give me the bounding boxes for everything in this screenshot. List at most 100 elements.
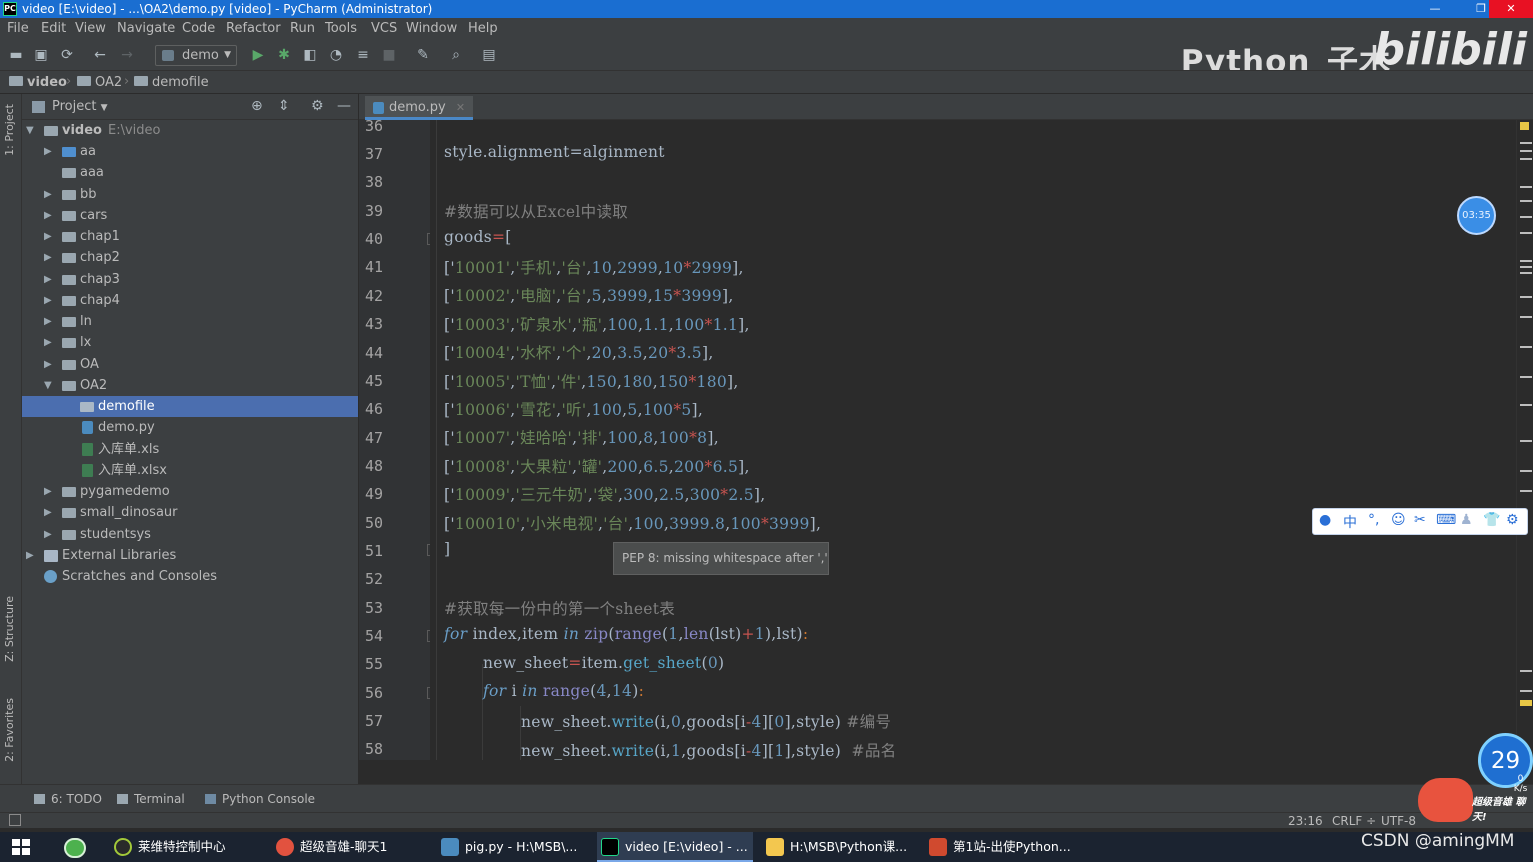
save-all-icon[interactable]: ▣ [32, 46, 50, 64]
taskbar-item-powerpoint[interactable]: 第1站-出使Python... [925, 832, 1085, 862]
stripe-mark[interactable] [1520, 142, 1532, 144]
search-icon[interactable]: ⌕ [447, 46, 465, 64]
tree-item-scratches[interactable]: Scratches and Consoles [22, 566, 358, 587]
structure-tool-tab[interactable]: Z: Structure [3, 596, 16, 662]
taskbar-item-chat[interactable]: 超级音雄-聊天1 [272, 832, 422, 862]
open-folder-icon[interactable]: ▬ [7, 46, 25, 64]
menu-help[interactable]: Help [468, 21, 498, 36]
stripe-mark[interactable] [1520, 490, 1532, 492]
back-icon[interactable]: ← [91, 46, 109, 64]
concurrency-icon[interactable]: ≡ [354, 46, 372, 64]
stripe-mark[interactable] [1520, 404, 1532, 406]
menu-window[interactable]: Window [406, 21, 457, 36]
stripe-mark[interactable] [1520, 440, 1532, 442]
forward-icon[interactable]: → [118, 46, 136, 64]
ime-keyboard-icon[interactable]: ⌨ [1436, 512, 1456, 528]
taskbar-item-pycharm[interactable]: video [E:\video] - ... [597, 832, 753, 862]
menu-vcs[interactable]: VCS [371, 21, 397, 36]
file-encoding[interactable]: UTF-8 [1381, 813, 1416, 829]
close-button[interactable]: ✕ [1489, 0, 1533, 18]
tree-item-pygamedemo[interactable]: ▶ pygamedemo [22, 481, 358, 502]
taskbar-item-control-center[interactable]: 莱维特控制中心 [110, 832, 260, 862]
warning-mark[interactable] [1520, 700, 1532, 706]
python-console-tool-button[interactable]: Python Console [205, 792, 315, 806]
tree-item-xlsx[interactable]: 入库单.xlsx [22, 460, 358, 481]
tree-item-cars[interactable]: ▶ cars [22, 205, 358, 226]
taskbar-item-pig-py[interactable]: pig.py - H:\MSB\... [437, 832, 585, 862]
menu-navigate[interactable]: Navigate [117, 21, 175, 36]
stop-icon[interactable]: ■ [380, 46, 398, 64]
warning-indicator-icon[interactable] [1520, 122, 1529, 130]
tree-item-external-libraries[interactable]: ▶ External Libraries [22, 545, 358, 566]
chat-app-mascot-icon[interactable] [1418, 778, 1473, 822]
layout-icon[interactable] [9, 814, 21, 826]
stripe-mark[interactable] [1520, 690, 1532, 692]
tree-item-chap3[interactable]: ▶ chap3 [22, 269, 358, 290]
gear-icon[interactable]: ⚙ [311, 98, 324, 114]
stripe-mark[interactable] [1520, 346, 1532, 348]
tree-item-studentsys[interactable]: ▶ studentsys [22, 524, 358, 545]
locate-target-icon[interactable]: ⊕ [251, 98, 263, 114]
code-editor[interactable]: style.alignment=alginment #数据可以从Excel中读取… [430, 120, 1516, 760]
tree-item-chap4[interactable]: ▶ chap4 [22, 290, 358, 311]
ime-user-icon[interactable]: ♟ [1460, 512, 1473, 528]
collapse-all-icon[interactable]: ⇕ [278, 98, 290, 114]
tree-item-bb[interactable]: ▶ bb [22, 184, 358, 205]
stripe-mark[interactable] [1520, 266, 1532, 268]
stripe-mark[interactable] [1520, 470, 1532, 472]
tree-item-ln[interactable]: ▶ ln [22, 311, 358, 332]
settings-wrench-icon[interactable]: ✎ [414, 46, 432, 64]
ime-emoji-icon[interactable]: ☺ [1391, 512, 1406, 528]
project-view-dropdown[interactable]: Project ▼ [52, 99, 108, 114]
taskbar-item-explorer[interactable]: H:\MSB\Python课... [762, 832, 912, 862]
browser-icon[interactable] [64, 838, 86, 858]
todo-tool-button[interactable]: 6: TODO [34, 792, 102, 806]
menu-run[interactable]: Run [290, 21, 315, 36]
menu-edit[interactable]: Edit [41, 21, 66, 36]
close-icon[interactable]: ✕ [456, 101, 465, 114]
line-separator[interactable]: CRLF ÷ [1332, 813, 1376, 829]
sync-icon[interactable]: ⟳ [58, 46, 76, 64]
hide-panel-icon[interactable]: — [337, 98, 351, 114]
profile-icon[interactable]: ◔ [327, 46, 345, 64]
favorites-tool-tab[interactable]: 2: Favorites [3, 698, 16, 762]
tree-root-video[interactable]: ▼ video E:\video [22, 120, 358, 141]
stripe-mark[interactable] [1520, 150, 1532, 152]
debug-icon[interactable]: ✱ [275, 46, 293, 64]
stripe-mark[interactable] [1520, 260, 1532, 262]
menu-refactor[interactable]: Refactor [226, 21, 281, 36]
tree-item-demo-py[interactable]: demo.py [22, 417, 358, 438]
breadcrumb-video[interactable]: video [9, 75, 67, 90]
run-icon[interactable]: ▶ [249, 46, 267, 64]
run-config-dropdown[interactable]: demo ▼ [155, 45, 237, 66]
error-stripe[interactable] [1516, 120, 1533, 784]
ime-logo-icon[interactable]: ● [1319, 512, 1331, 528]
project-tool-tab[interactable]: 1: Project [3, 104, 16, 156]
cursor-position[interactable]: 23:16 [1288, 813, 1323, 829]
stripe-mark[interactable] [1520, 376, 1532, 378]
tree-item-small-dinosaur[interactable]: ▶ small_dinosaur [22, 502, 358, 523]
stripe-mark[interactable] [1520, 158, 1532, 160]
minimize-button[interactable]: — [1413, 0, 1457, 18]
breadcrumb-demofile[interactable]: demofile [134, 75, 209, 90]
stripe-mark[interactable] [1520, 670, 1532, 672]
menu-file[interactable]: File [7, 21, 29, 36]
breadcrumb-oa2[interactable]: OA2 [77, 75, 122, 90]
stripe-mark[interactable] [1520, 296, 1532, 298]
ime-chinese-mode[interactable]: 中 [1343, 512, 1357, 532]
tree-item-aaa[interactable]: aaa [22, 162, 358, 183]
stripe-mark[interactable] [1520, 200, 1532, 202]
tree-item-xls[interactable]: 入库单.xls [22, 439, 358, 460]
network-speed-widget[interactable]: 29 0 K/s [1478, 733, 1533, 794]
tree-item-chap1[interactable]: ▶ chap1 [22, 226, 358, 247]
menu-code[interactable]: Code [182, 21, 215, 36]
stripe-mark[interactable] [1520, 272, 1532, 274]
tree-item-oa2[interactable]: ▼ OA2 [22, 375, 358, 396]
menu-tools[interactable]: Tools [325, 21, 357, 36]
stripe-mark[interactable] [1520, 216, 1532, 218]
coverage-icon[interactable]: ◧ [301, 46, 319, 64]
ime-punctuation-icon[interactable]: °, [1368, 512, 1379, 528]
stripe-mark[interactable] [1520, 186, 1532, 188]
terminal-icon[interactable]: ▤ [480, 46, 498, 64]
terminal-tool-button[interactable]: Terminal [117, 792, 185, 806]
